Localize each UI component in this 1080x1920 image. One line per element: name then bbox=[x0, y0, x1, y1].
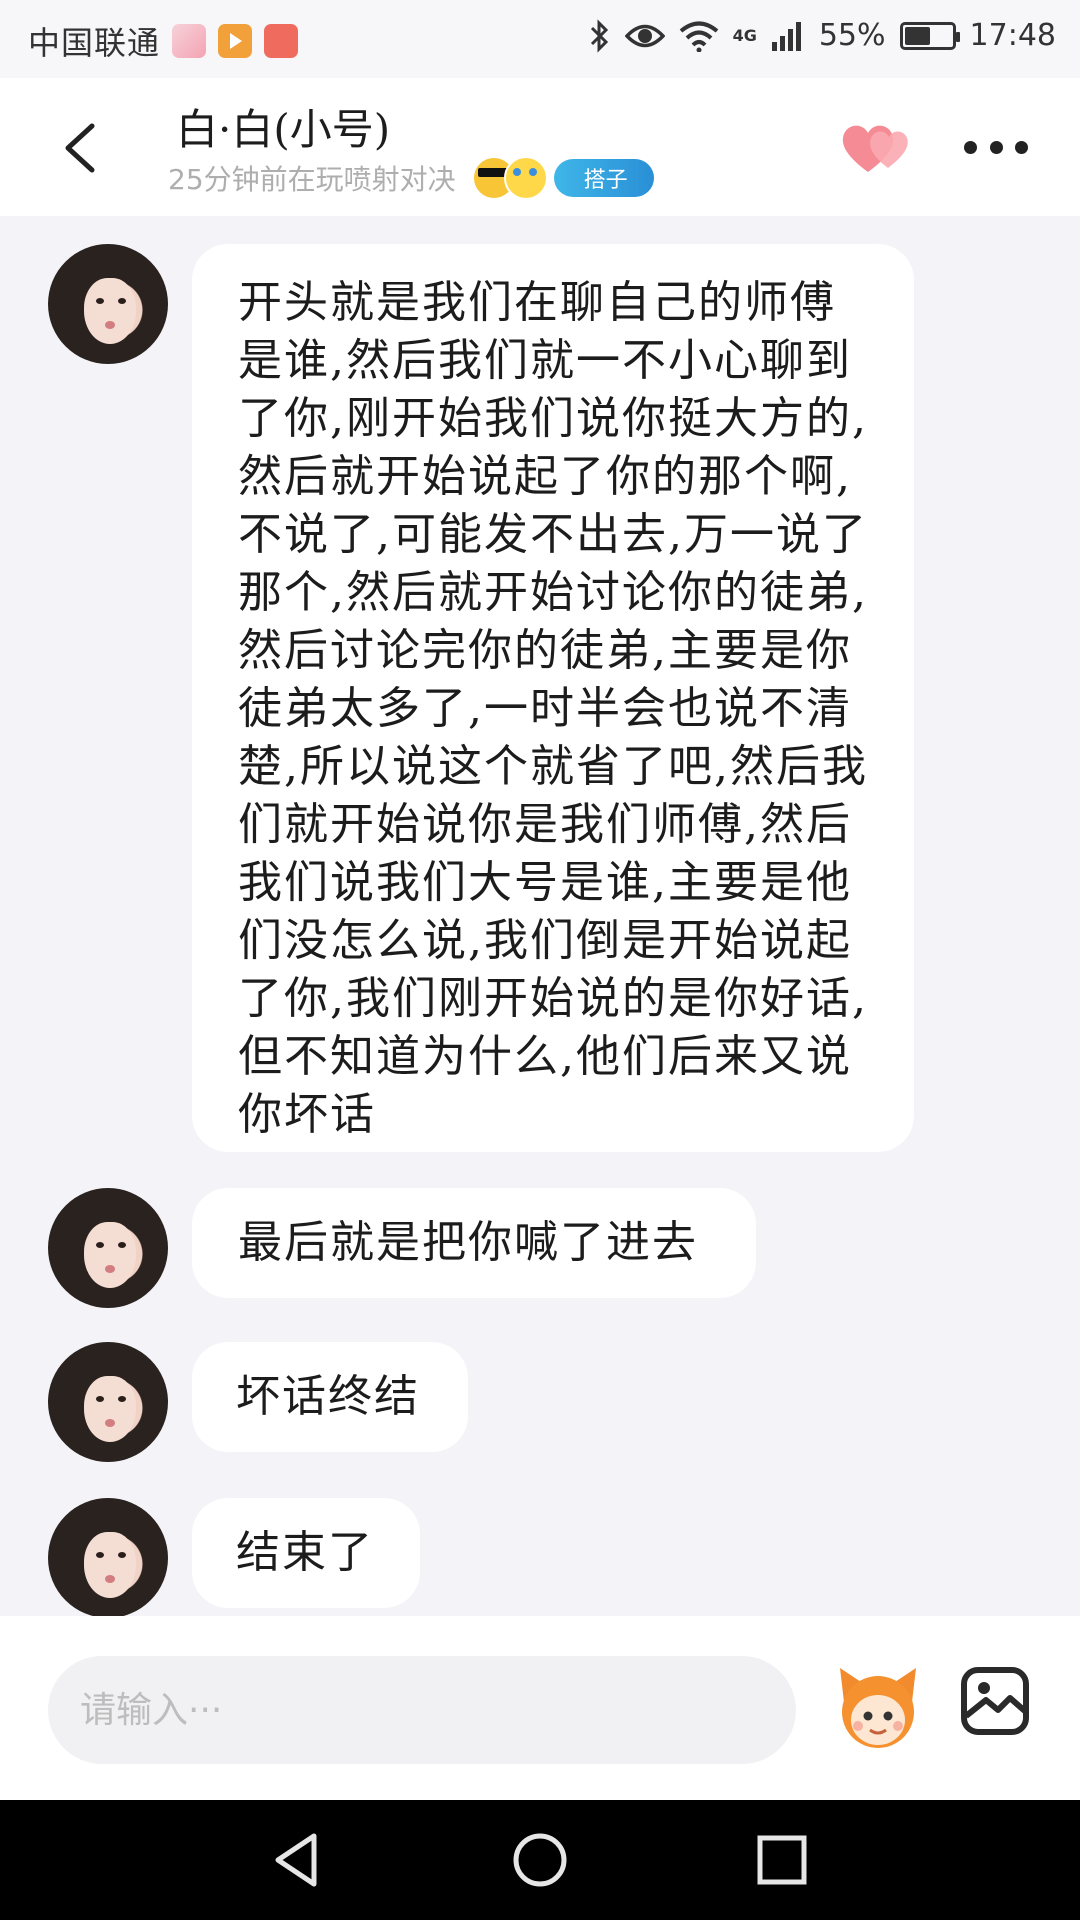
battery-icon bbox=[899, 21, 960, 50]
bluetooth-icon bbox=[590, 18, 608, 53]
more-icon-dot bbox=[1015, 140, 1028, 154]
network-type: 4G bbox=[732, 25, 757, 45]
carrier-name: 中国联通 bbox=[28, 24, 161, 62]
image-button[interactable] bbox=[960, 1666, 1030, 1736]
avatar[interactable] bbox=[48, 1498, 168, 1618]
message-bubble[interactable]: 结束了 bbox=[192, 1498, 420, 1608]
image-icon bbox=[961, 1667, 1029, 1735]
status-bar-right: 4G 55% 17:48 bbox=[589, 18, 1056, 53]
battery-percent: 55% bbox=[818, 18, 886, 53]
status-bar: 中国联通 4G 55% 17:48 bbox=[0, 0, 1080, 78]
signal-icon bbox=[771, 21, 801, 51]
clock: 17:48 bbox=[969, 18, 1056, 53]
chat-screen: 中国联通 4G 55% 17:48 白·白(小号) 25分钟前在玩喷射对决 搭子… bbox=[0, 0, 1080, 1920]
nav-back-icon bbox=[275, 1833, 317, 1887]
avatar[interactable] bbox=[48, 1188, 168, 1308]
status-bar-left: 中国联通 bbox=[28, 18, 299, 64]
back-icon bbox=[65, 123, 95, 173]
avatar[interactable] bbox=[48, 244, 168, 364]
star-eyes-emoji-icon bbox=[503, 156, 548, 200]
message-list[interactable]: 开头就是我们在聊自己的师傅是谁,然后我们就一不小心聊到了你,刚开始我们说你挺大方… bbox=[0, 216, 1080, 1618]
more-button[interactable] bbox=[964, 122, 1028, 172]
more-icon-dot bbox=[964, 140, 977, 154]
nav-recents-button[interactable] bbox=[750, 1828, 814, 1892]
battery-level bbox=[904, 26, 930, 45]
sticker-mascot-icon bbox=[840, 1668, 916, 1748]
partner-badge[interactable]: 搭子 bbox=[553, 159, 654, 197]
message-bubble[interactable]: 最后就是把你喊了进去 bbox=[192, 1188, 756, 1298]
video-app-icon bbox=[218, 24, 253, 58]
contact-status: 25分钟前在玩喷射对决 bbox=[168, 163, 456, 196]
heart-button[interactable] bbox=[838, 118, 918, 178]
more-icon-dot bbox=[989, 140, 1003, 154]
heart-icon bbox=[842, 125, 908, 172]
message-bubble[interactable]: 坏话终结 bbox=[192, 1342, 468, 1452]
nav-home-icon bbox=[513, 1833, 567, 1887]
avatar[interactable] bbox=[48, 1342, 168, 1462]
contact-name[interactable]: 白·白(小号) bbox=[176, 96, 390, 157]
chat-header: 白·白(小号) 25分钟前在玩喷射对决 搭子 bbox=[0, 78, 1080, 216]
notification-app-icon bbox=[172, 24, 207, 58]
nav-back-button[interactable] bbox=[266, 1828, 330, 1892]
eye-icon bbox=[624, 24, 665, 47]
huawei-app-icon bbox=[264, 24, 299, 58]
emoji-pair bbox=[471, 156, 548, 200]
back-button[interactable] bbox=[52, 118, 112, 178]
sticker-button[interactable] bbox=[834, 1658, 922, 1758]
nav-recents-icon bbox=[757, 1835, 807, 1885]
input-bar bbox=[0, 1616, 1080, 1800]
wifi-icon bbox=[679, 21, 718, 52]
message-input[interactable] bbox=[48, 1656, 796, 1764]
contact-status-row: 25分钟前在玩喷射对决 搭子 bbox=[168, 156, 654, 200]
message-bubble[interactable]: 开头就是我们在聊自己的师傅是谁,然后我们就一不小心聊到了你,刚开始我们说你挺大方… bbox=[192, 244, 914, 1152]
system-nav-bar bbox=[0, 1800, 1080, 1920]
nav-home-button[interactable] bbox=[508, 1828, 572, 1892]
